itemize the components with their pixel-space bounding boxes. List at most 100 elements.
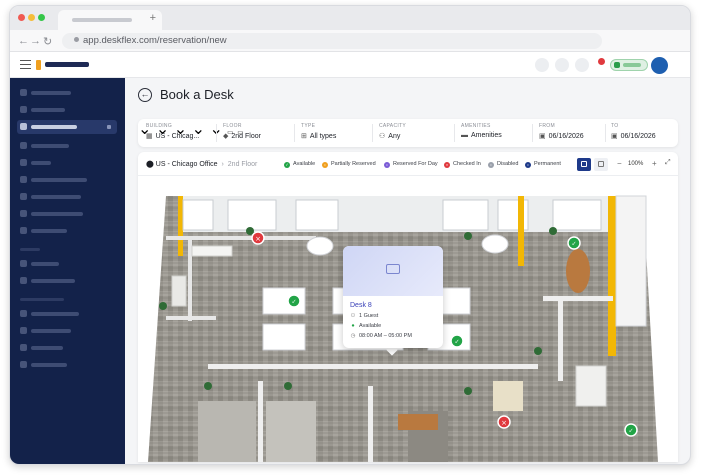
browser-tab-strip: +: [10, 6, 690, 30]
filter-label: AMENITIES: [461, 123, 491, 129]
desk-status-available[interactable]: ✓: [567, 236, 581, 250]
sidebar-item-label: [31, 161, 51, 165]
sidebar-item[interactable]: [17, 259, 117, 269]
capacity-text: 1 Guest: [359, 313, 379, 319]
sidebar-item-reservations[interactable]: [17, 120, 117, 134]
sidebar-item[interactable]: [17, 343, 117, 353]
sidebar-item[interactable]: [17, 309, 117, 319]
desk-name[interactable]: Desk 8: [350, 302, 372, 309]
filter-amenities[interactable]: AMENITIES ▬ Amenities: [461, 123, 502, 139]
forward-icon[interactable]: →: [30, 35, 41, 47]
breadcrumb: ⬤ US - Chicago Office › 2nd Floor: [146, 160, 257, 168]
legend-label: Checked In: [453, 161, 481, 167]
sidebar-item[interactable]: [17, 158, 117, 168]
filter-floor[interactable]: FLOOR ◆ 2nd Floor: [223, 123, 261, 140]
desk-status-available[interactable]: ✓: [450, 334, 464, 348]
breadcrumb-floor[interactable]: 2nd Floor: [228, 161, 258, 168]
building-icon: ▦: [146, 133, 153, 140]
new-tab-icon[interactable]: +: [150, 12, 156, 24]
map-icon: [581, 161, 587, 167]
lock-icon: [74, 37, 79, 42]
calendar-icon: ▣: [611, 133, 618, 140]
breadcrumb-location[interactable]: US - Chicago Office: [156, 161, 218, 168]
legend-reserved-for-day: • Reserved For Day: [384, 161, 438, 168]
filter-from-date[interactable]: FROM ▣ 06/16/2026: [539, 123, 584, 140]
help-icon[interactable]: [535, 58, 549, 72]
desk-time: ◷ 08:00 AM – 05:00 PM: [350, 333, 412, 339]
browser-tab[interactable]: +: [58, 10, 162, 30]
back-icon[interactable]: ←: [18, 35, 29, 47]
legend-label: Reserved For Day: [393, 161, 438, 167]
plant: [159, 302, 167, 310]
accent-wall: [608, 196, 616, 356]
nav-icon: [20, 344, 27, 351]
active-indicator: [107, 125, 111, 129]
sidebar-item[interactable]: [17, 326, 117, 336]
sidebar-item-label: [31, 346, 63, 350]
plant: [464, 232, 472, 240]
filter-type[interactable]: TYPE ⊞ All types: [301, 123, 336, 140]
nav-icon: [20, 123, 27, 130]
plant: [204, 382, 212, 390]
maximize-window-icon[interactable]: [38, 14, 45, 21]
reload-icon[interactable]: ↻: [43, 35, 52, 48]
legend-label: Disabled: [497, 161, 519, 167]
sidebar-item[interactable]: [17, 88, 117, 98]
nav-icon: [20, 142, 27, 149]
avatar[interactable]: [651, 57, 668, 74]
desk-status-checked-in[interactable]: ×: [497, 415, 511, 429]
sidebar-item[interactable]: [17, 105, 117, 115]
desk-popup[interactable]: Desk 8 ⚇ 1 Guest ● Available ◷ 08:00 AM – 0…: [343, 246, 443, 348]
sidebar-item[interactable]: [17, 141, 117, 151]
sidebar-item-label: [31, 229, 67, 233]
sidebar-item[interactable]: [17, 360, 117, 370]
sidebar-item[interactable]: [17, 209, 117, 219]
desk[interactable]: [262, 323, 306, 351]
list-view-button[interactable]: [594, 158, 608, 171]
desk-icon: [386, 264, 400, 274]
divider: [605, 124, 606, 142]
url-field[interactable]: app.deskflex.com/reservation/new: [62, 33, 602, 49]
legend-partially-reserved: • Partially Reserved: [322, 161, 376, 168]
svg-text:✓: ✓: [628, 428, 633, 435]
desk-status-available[interactable]: ✓: [624, 423, 638, 437]
map-view-button[interactable]: [577, 158, 591, 171]
menu-icon[interactable]: [20, 60, 31, 69]
filter-building[interactable]: BUILDING ▦ US - Chicag...: [146, 123, 199, 140]
zoom-in-icon[interactable]: +: [652, 159, 657, 168]
people-icon: ⚇: [379, 133, 386, 140]
notifications-icon[interactable]: [555, 58, 569, 72]
status-toggle[interactable]: [610, 59, 648, 71]
settings-icon[interactable]: [575, 58, 589, 72]
filter-capacity[interactable]: CAPACITY ⚇ Any: [379, 123, 406, 140]
plant: [534, 347, 542, 355]
logo-wordmark: [45, 62, 89, 67]
filter-value: Amenities: [471, 132, 502, 139]
zoom-level: 100%: [628, 161, 644, 167]
back-arrow-icon[interactable]: ←: [138, 88, 152, 102]
browser-window: + ← → ↻ app.deskflex.com/reservation/new: [9, 5, 691, 465]
right-wall: [615, 195, 647, 327]
sidebar-item[interactable]: [17, 226, 117, 236]
window: [552, 199, 602, 231]
svg-text:✓: ✓: [571, 241, 576, 248]
close-window-icon[interactable]: [18, 14, 25, 21]
filter-to-date[interactable]: TO ▣ 06/16/2026: [611, 123, 656, 140]
sidebar-item[interactable]: [17, 276, 117, 286]
minimize-window-icon[interactable]: [28, 14, 35, 21]
filter-value: US - Chicag...: [155, 133, 200, 140]
sidebar-item[interactable]: [17, 175, 117, 185]
svg-text:✓: ✓: [454, 339, 459, 346]
desk-status-checked-in[interactable]: ×: [251, 231, 265, 245]
desk-status-available[interactable]: ✓: [287, 294, 301, 308]
sidebar-item[interactable]: [17, 192, 117, 202]
svg-text:×: ×: [255, 235, 261, 243]
breadcrumb-separator: ›: [221, 161, 224, 168]
sidebar-item-label: [31, 363, 67, 367]
fullscreen-icon[interactable]: ⤢: [665, 159, 671, 167]
sidebar-section-label: [20, 298, 64, 301]
calendar-icon: •: [384, 162, 390, 168]
floor-plan: × ✓ ✓ ✓ × ✓ Desk 8 ⚇ 1 Guest ● Available…: [138, 176, 678, 462]
zoom-out-icon[interactable]: −: [617, 159, 622, 168]
legend-disabled: • Disabled: [488, 161, 518, 168]
